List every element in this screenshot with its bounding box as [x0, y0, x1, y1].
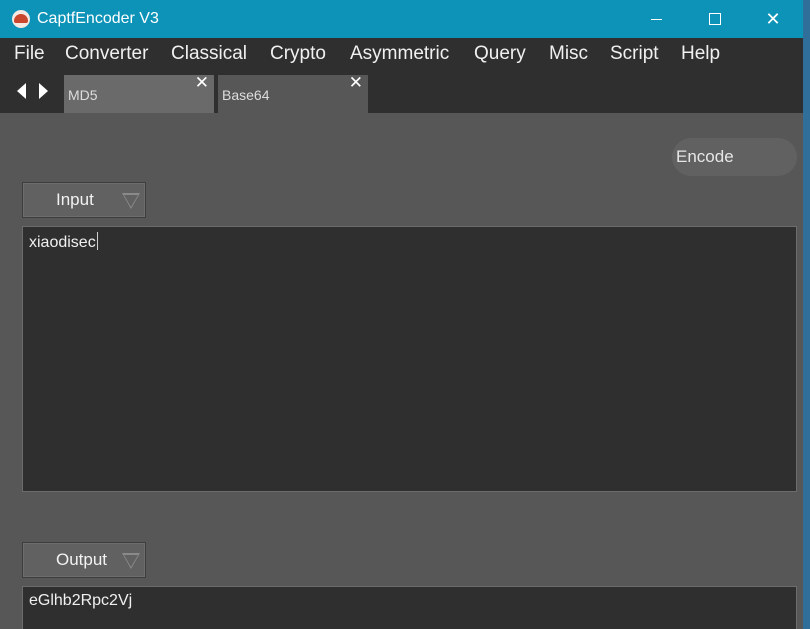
- output-textarea[interactable]: eGlhb2Rpc2Vj: [22, 586, 797, 629]
- triangle-down-icon: [122, 193, 140, 209]
- menu-misc[interactable]: Misc: [549, 42, 588, 66]
- text-cursor-icon: [96, 232, 98, 250]
- output-type-select[interactable]: Output: [22, 542, 146, 578]
- maximize-icon: [709, 13, 721, 25]
- menu-file[interactable]: File: [14, 42, 45, 66]
- menu-help[interactable]: Help: [681, 42, 720, 66]
- maximize-button[interactable]: [686, 0, 744, 38]
- tab-md5[interactable]: MD5 ✕: [64, 73, 214, 113]
- encode-button-label: Encode: [676, 147, 734, 166]
- input-text: xiaodisec: [29, 234, 96, 251]
- tab-label: Base64: [222, 87, 270, 103]
- triangle-down-icon: [122, 553, 140, 569]
- input-type-select[interactable]: Input: [22, 182, 146, 218]
- close-icon[interactable]: ✕: [195, 73, 209, 93]
- captfencoder-logo-icon: [12, 10, 30, 28]
- input-textarea[interactable]: xiaodisec: [22, 226, 797, 492]
- desktop-background-strip: [803, 0, 810, 629]
- menu-asymmetric[interactable]: Asymmetric: [350, 42, 449, 66]
- close-window-button[interactable]: ✕: [744, 0, 802, 38]
- window-title: CaptfEncoder V3: [37, 10, 159, 27]
- output-select-label: Output: [56, 550, 108, 569]
- menu-classical[interactable]: Classical: [171, 42, 247, 66]
- menu-query[interactable]: Query: [474, 42, 526, 66]
- encode-button[interactable]: Encode: [672, 138, 797, 176]
- arrow-right-icon[interactable]: [39, 83, 48, 99]
- menu-converter[interactable]: Converter: [65, 42, 148, 66]
- output-text: eGlhb2Rpc2Vj: [29, 592, 133, 609]
- close-icon[interactable]: ✕: [349, 73, 363, 93]
- input-select-label: Input: [56, 190, 94, 209]
- menu-script[interactable]: Script: [610, 42, 659, 66]
- tab-base64[interactable]: Base64 ✕: [218, 73, 368, 113]
- minimize-button[interactable]: [627, 0, 685, 38]
- tab-label: MD5: [68, 87, 98, 103]
- menu-crypto[interactable]: Crypto: [270, 42, 326, 66]
- tab-bar: MD5 ✕ Base64 ✕: [0, 70, 803, 113]
- title-bar[interactable]: CaptfEncoder V3 ✕: [0, 0, 803, 38]
- close-icon: ✕: [765, 9, 781, 29]
- arrow-left-icon[interactable]: [17, 83, 26, 99]
- minimize-icon: [651, 19, 662, 20]
- menu-bar: File Converter Classical Crypto Asymmetr…: [0, 38, 803, 70]
- app-window: CaptfEncoder V3 ✕ File Converter Classic…: [0, 0, 803, 629]
